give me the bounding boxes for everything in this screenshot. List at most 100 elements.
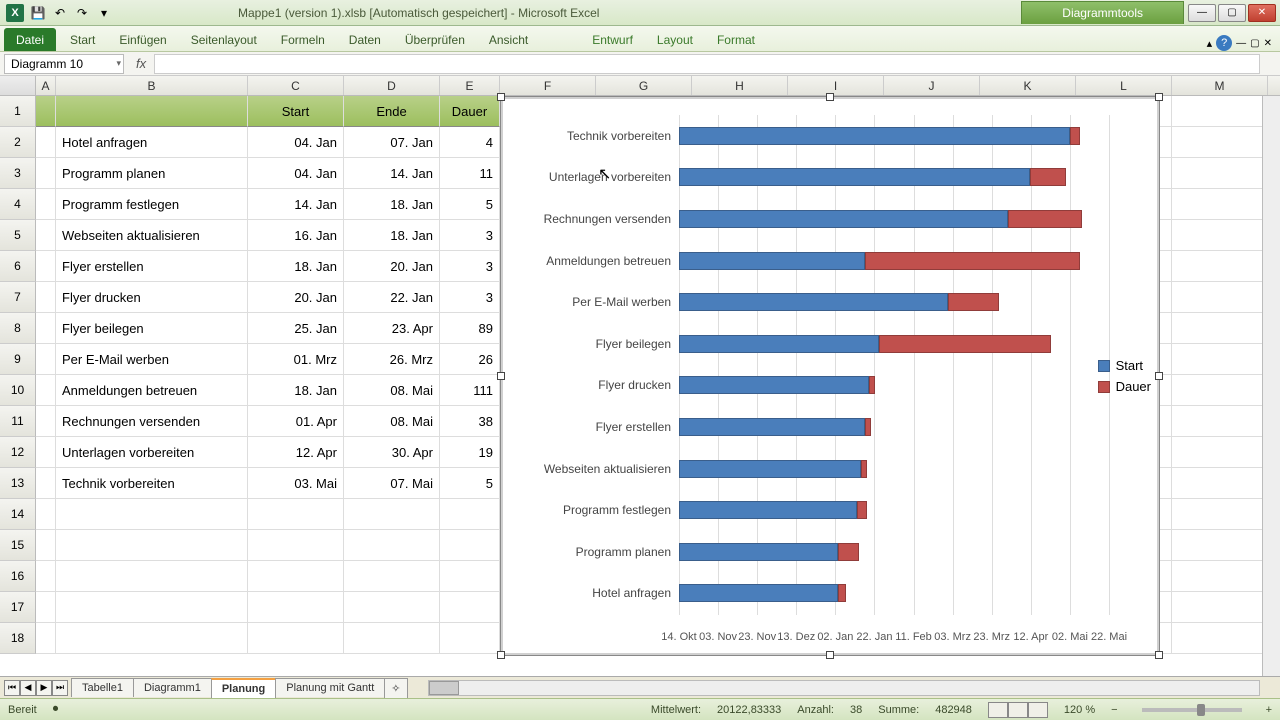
cell[interactable] [1172,96,1268,127]
cell[interactable]: Webseiten aktualisieren [56,220,248,251]
cell[interactable] [1172,220,1268,251]
hscroll-thumb[interactable] [429,681,459,695]
embedded-chart[interactable]: Technik vorbereitenUnterlagen vorbereite… [500,96,1160,656]
cell[interactable] [440,561,500,592]
row-header[interactable]: 13 [0,468,36,499]
cell[interactable]: 23. Apr [344,313,440,344]
col-header-E[interactable]: E [440,76,500,95]
fx-icon[interactable]: fx [128,56,154,71]
cell[interactable] [1172,468,1268,499]
cell[interactable]: 5 [440,468,500,499]
cell[interactable]: 07. Mai [344,468,440,499]
zoom-slider[interactable] [1142,708,1242,712]
chart-resize-handle[interactable] [1155,651,1163,659]
col-header-J[interactable]: J [884,76,980,95]
cell[interactable]: 22. Jan [344,282,440,313]
cell[interactable] [1172,344,1268,375]
cell[interactable]: 01. Mrz [248,344,344,375]
col-header-M[interactable]: M [1172,76,1268,95]
chart-bar-start[interactable] [679,418,865,436]
cell[interactable] [36,282,56,313]
cell[interactable]: 4 [440,127,500,158]
row-header[interactable]: 5 [0,220,36,251]
chart-bar-start[interactable] [679,252,865,270]
cell[interactable]: 20. Jan [248,282,344,313]
cell[interactable]: 14. Jan [248,189,344,220]
cell[interactable] [440,623,500,654]
tab-view[interactable]: Ansicht [477,28,540,51]
cell[interactable] [56,623,248,654]
chart-bar-dauer[interactable] [1070,127,1080,145]
cell[interactable] [36,313,56,344]
cell[interactable] [36,251,56,282]
row-header[interactable]: 11 [0,406,36,437]
cell[interactable] [36,592,56,623]
chart-bar-dauer[interactable] [869,376,875,394]
chart-legend[interactable]: Start Dauer [1098,352,1151,400]
workbook-restore-icon[interactable]: ▢ [1250,38,1259,49]
cell[interactable]: Hotel anfragen [56,127,248,158]
cell[interactable] [1172,375,1268,406]
chart-bar-start[interactable] [679,584,838,602]
cell[interactable] [1172,189,1268,220]
cell[interactable]: 07. Jan [344,127,440,158]
cell[interactable] [344,561,440,592]
redo-icon[interactable]: ↷ [74,5,90,21]
chart-plot-area[interactable] [679,115,1109,615]
sheet-tab-diagramm1[interactable]: Diagramm1 [133,678,212,697]
tab-start[interactable]: Start [58,28,107,51]
cell[interactable] [248,530,344,561]
cell[interactable]: 08. Mai [344,406,440,437]
chart-bar-start[interactable] [679,127,1070,145]
cell[interactable]: Unterlagen vorbereiten [56,437,248,468]
sheet-nav-prev[interactable]: ◀ [20,680,36,696]
cell[interactable] [36,623,56,654]
workbook-minimize-icon[interactable]: — [1236,38,1246,49]
cell[interactable]: 14. Jan [344,158,440,189]
col-header-I[interactable]: I [788,76,884,95]
cell[interactable]: 20. Jan [344,251,440,282]
cell[interactable]: 18. Jan [344,220,440,251]
cell[interactable] [440,530,500,561]
select-all-button[interactable] [0,76,36,95]
cell[interactable]: 26. Mrz [344,344,440,375]
cell[interactable] [344,592,440,623]
col-header-F[interactable]: F [500,76,596,95]
cell[interactable]: Flyer drucken [56,282,248,313]
cell[interactable] [1172,623,1268,654]
worksheet-grid[interactable]: A B C D E F G H I J K L M 1StartEndeDaue… [0,76,1280,676]
sheet-nav-next[interactable]: ▶ [36,680,52,696]
col-header-H[interactable]: H [692,76,788,95]
chart-bar-dauer[interactable] [838,543,859,561]
cell[interactable]: 16. Jan [248,220,344,251]
chart-bar-dauer[interactable] [1030,168,1067,186]
undo-icon[interactable]: ↶ [52,5,68,21]
chart-resize-handle[interactable] [1155,93,1163,101]
chart-bar-dauer[interactable] [1008,210,1082,228]
tab-file[interactable]: Datei [4,28,56,51]
zoom-in-button[interactable]: + [1266,704,1272,716]
cell[interactable]: 01. Apr [248,406,344,437]
row-header[interactable]: 15 [0,530,36,561]
legend-item-start[interactable]: Start [1098,358,1151,373]
chart-bar-start[interactable] [679,168,1030,186]
chart-bar-start[interactable] [679,543,838,561]
qat-customize-icon[interactable]: ▾ [96,5,112,21]
tab-data[interactable]: Daten [337,28,393,51]
cell[interactable]: 04. Jan [248,158,344,189]
chart-resize-handle[interactable] [497,93,505,101]
save-icon[interactable]: 💾 [30,5,46,21]
cell[interactable] [344,499,440,530]
cell[interactable] [1172,313,1268,344]
cell[interactable] [248,623,344,654]
cell[interactable]: 18. Jan [248,375,344,406]
cell[interactable] [56,96,248,127]
cell[interactable]: Anmeldungen betreuen [56,375,248,406]
zoom-value[interactable]: 120 % [1064,704,1095,716]
chart-resize-handle[interactable] [497,372,505,380]
cell[interactable]: Dauer [440,96,500,127]
chart-bar-dauer[interactable] [861,460,867,478]
cell[interactable] [36,375,56,406]
cell[interactable] [36,158,56,189]
cell[interactable] [344,530,440,561]
